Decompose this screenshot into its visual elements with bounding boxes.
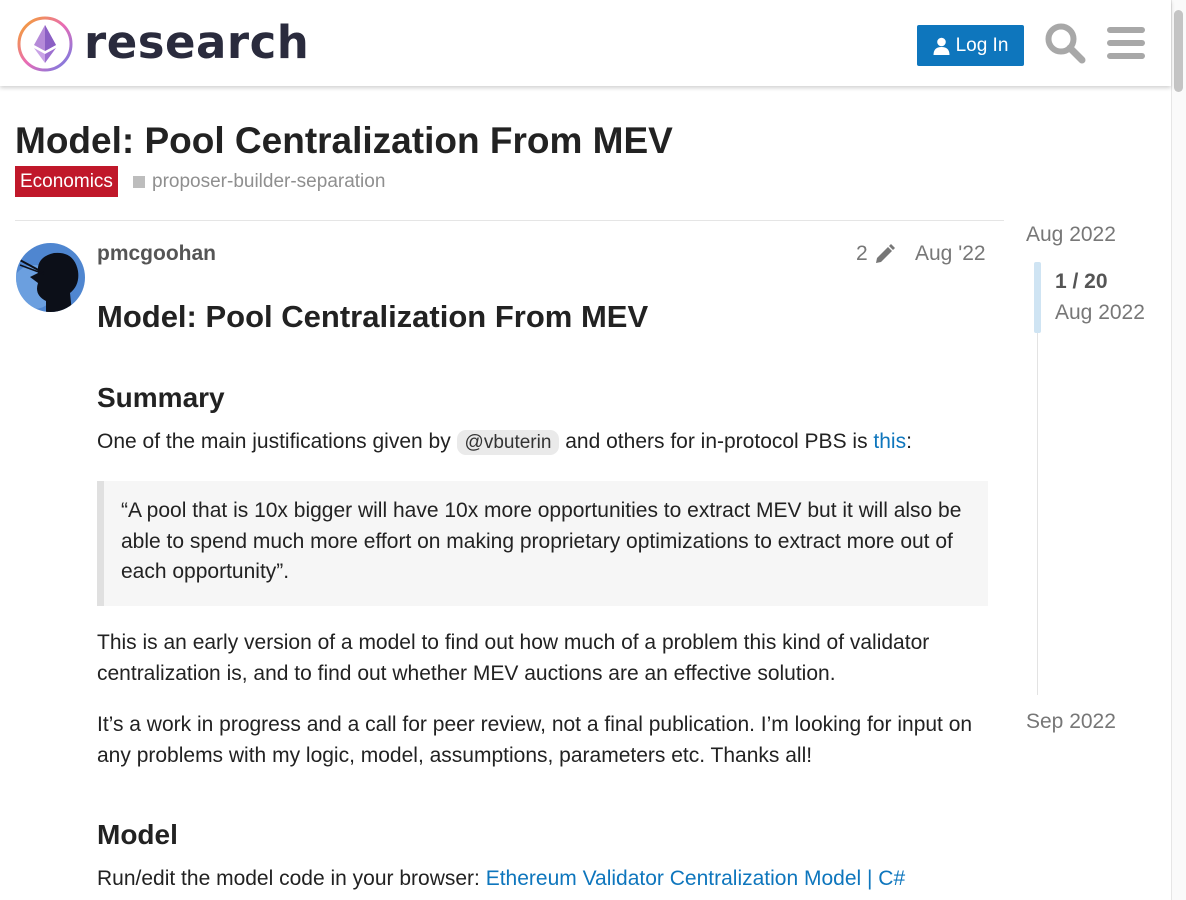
site-header: research Log In [0,0,1171,86]
intro-paragraph: One of the main justifications given by … [97,427,988,459]
model-link-intro: Run/edit the model code in your browser: [97,867,486,890]
paragraph-model-purpose: This is an early version of a model to f… [97,631,930,685]
hamburger-menu-icon[interactable] [1107,27,1145,59]
timeline-position-date: Aug 2022 [1055,301,1145,324]
divider [15,220,1004,221]
paragraph-peer-review: It’s a work in progress and a call for p… [97,713,973,767]
login-label: Log In [955,34,1009,56]
post-body: Model: Pool Centralization From MEV Summ… [97,290,988,890]
tag-square-icon [133,175,145,188]
summary-heading: Summary [97,382,225,413]
timeline-start-date[interactable]: Aug 2022 [1026,222,1116,248]
topic-title[interactable]: Model: Pool Centralization From MEV [15,118,673,164]
timeline-post-position: 1 / 20 [1055,270,1108,293]
page-scrollbar[interactable] [1171,0,1186,900]
user-icon [933,37,950,55]
intro-text-end: : [906,430,912,453]
user-mention[interactable]: @vbuterin [456,430,560,455]
blockquote: “A pool that is 10x bigger will have 10x… [97,481,988,606]
avatar[interactable] [16,243,85,312]
intro-text-middle: and others for in-protocol PBS is [559,430,874,453]
post-heading: Model: Pool Centralization From MEV [97,299,649,334]
edit-count: 2 [856,242,868,265]
category-badge[interactable]: Economics [15,166,118,197]
login-button[interactable]: Log In [917,25,1024,66]
ethereum-research-logo[interactable] [16,15,74,73]
scrollbar-thumb[interactable] [1174,10,1183,92]
search-icon[interactable] [1044,22,1086,64]
tag-label: proposer-builder-separation [152,170,386,192]
timeline-end-date[interactable]: Sep 2022 [1026,709,1116,735]
tag-link[interactable]: proposer-builder-separation [133,166,385,197]
post-date[interactable]: Aug '22 [915,241,986,267]
site-name[interactable]: research [84,14,309,72]
source-link[interactable]: this [873,430,906,453]
model-code-link[interactable]: Ethereum Validator Centralization Model … [486,867,905,890]
post-author[interactable]: pmcgoohan [97,241,216,267]
intro-text-start: One of the main justifications given by [97,430,457,453]
model-heading: Model [97,819,178,850]
model-link-paragraph: Run/edit the model code in your browser:… [97,864,988,895]
edit-history-button[interactable]: 2 [856,241,896,267]
timeline-scroll-handle[interactable] [1034,262,1041,333]
pencil-icon [875,244,895,263]
